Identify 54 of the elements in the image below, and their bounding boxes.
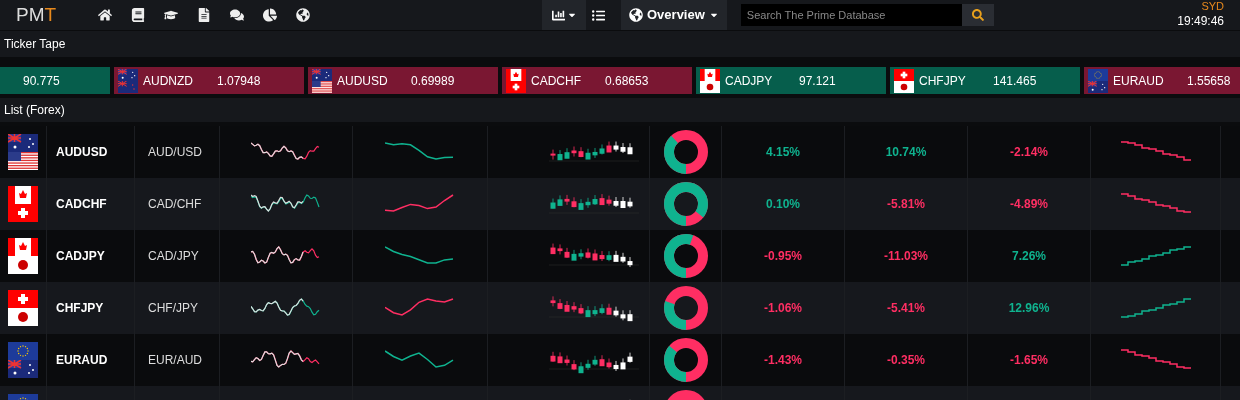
change-cell-text: -1.43% <box>764 352 802 369</box>
search-field[interactable]: Search The Prime Database <box>740 4 962 26</box>
ticker-symbol: AUDNZD <box>143 72 194 90</box>
ticker-price: 97.121 <box>799 72 836 90</box>
section-title: List (Forex) <box>4 102 65 119</box>
ticker-price: 1.07948 <box>217 72 261 90</box>
ticker-item[interactable]: EURAUD 1.55658 <box>1084 67 1240 94</box>
change-cell-text: -0.95% <box>764 248 802 265</box>
change-cell-text: -2.14% <box>1010 144 1048 161</box>
ticker-item[interactable]: CADJPY 97.121 <box>696 67 886 94</box>
ticker-price: 0.69989 <box>411 72 455 90</box>
symbol-cell-text: CHFJPY <box>56 300 104 317</box>
ticker-item[interactable]: CADCHF 0.68653 <box>502 67 692 94</box>
pair-cell-text: CAD/JPY <box>148 248 199 265</box>
table-row[interactable]: CADCHF CAD/CHF 0.10% -5.81% -4.89% <box>0 178 1240 230</box>
clock-time: 19:49:46 <box>1177 13 1224 29</box>
table-row[interactable]: CHFJPY CHF/JPY -1.06% -5.41% 12.96% <box>0 282 1240 334</box>
ticker-price: 1.55658 <box>1187 72 1231 90</box>
change-cell-text: -5.41% <box>887 300 925 317</box>
ticker-item[interactable]: 90.775 <box>0 67 110 94</box>
market-label: SYD <box>1201 1 1224 12</box>
change-cell-text: -1.06% <box>764 300 802 317</box>
section-title: Ticker Tape <box>4 36 66 53</box>
pair-cell-text: AUD/USD <box>148 144 202 161</box>
change-cell-text: 7.26% <box>1012 248 1046 265</box>
pair-cell-text: CAD/CHF <box>148 196 202 213</box>
change-cell-text: 10.74% <box>885 144 927 161</box>
change-cell-text: -1.65% <box>1010 352 1048 369</box>
change-cell-text: -5.81% <box>887 196 925 213</box>
pair-cell-text: EUR/AUD <box>148 352 202 369</box>
logo[interactable]: PMT <box>16 0 58 30</box>
ticker-item[interactable]: CHFJPY 141.465 <box>890 67 1080 94</box>
change-cell-text: 12.96% <box>1008 300 1050 317</box>
pair-cell-text: CHF/JPY <box>148 300 198 317</box>
overview-dropdown[interactable]: Overview <box>621 0 727 30</box>
ticker-price: 141.465 <box>993 72 1037 90</box>
change-cell-text: 0.10% <box>766 196 800 213</box>
ticker-symbol: CHFJPY <box>919 72 967 90</box>
ticker-symbol: CADCHF <box>531 72 582 90</box>
ticker-price: 90.775 <box>23 72 60 90</box>
change-cell-text: 4.15% <box>766 144 800 161</box>
ticker-item[interactable]: AUDUSD 0.69989 <box>308 67 498 94</box>
ticker-symbol: EURAUD <box>1113 72 1165 90</box>
ticker-price: 0.68653 <box>605 72 649 90</box>
symbol-cell-text: CADCHF <box>56 196 107 213</box>
change-cell-text: -4.89% <box>1010 196 1048 213</box>
symbol-cell-text: EURAUD <box>56 352 108 369</box>
ticker-item[interactable]: AUDNZD 1.07948 <box>114 67 304 94</box>
ticker-symbol: CADJPY <box>725 72 774 90</box>
symbol-cell-text: AUDUSD <box>56 144 108 161</box>
change-cell-text: -11.03% <box>883 248 928 265</box>
symbol-cell-text: CADJPY <box>56 248 105 265</box>
ticker-symbol: AUDUSD <box>337 72 389 90</box>
change-cell-text: -0.35% <box>887 352 925 369</box>
